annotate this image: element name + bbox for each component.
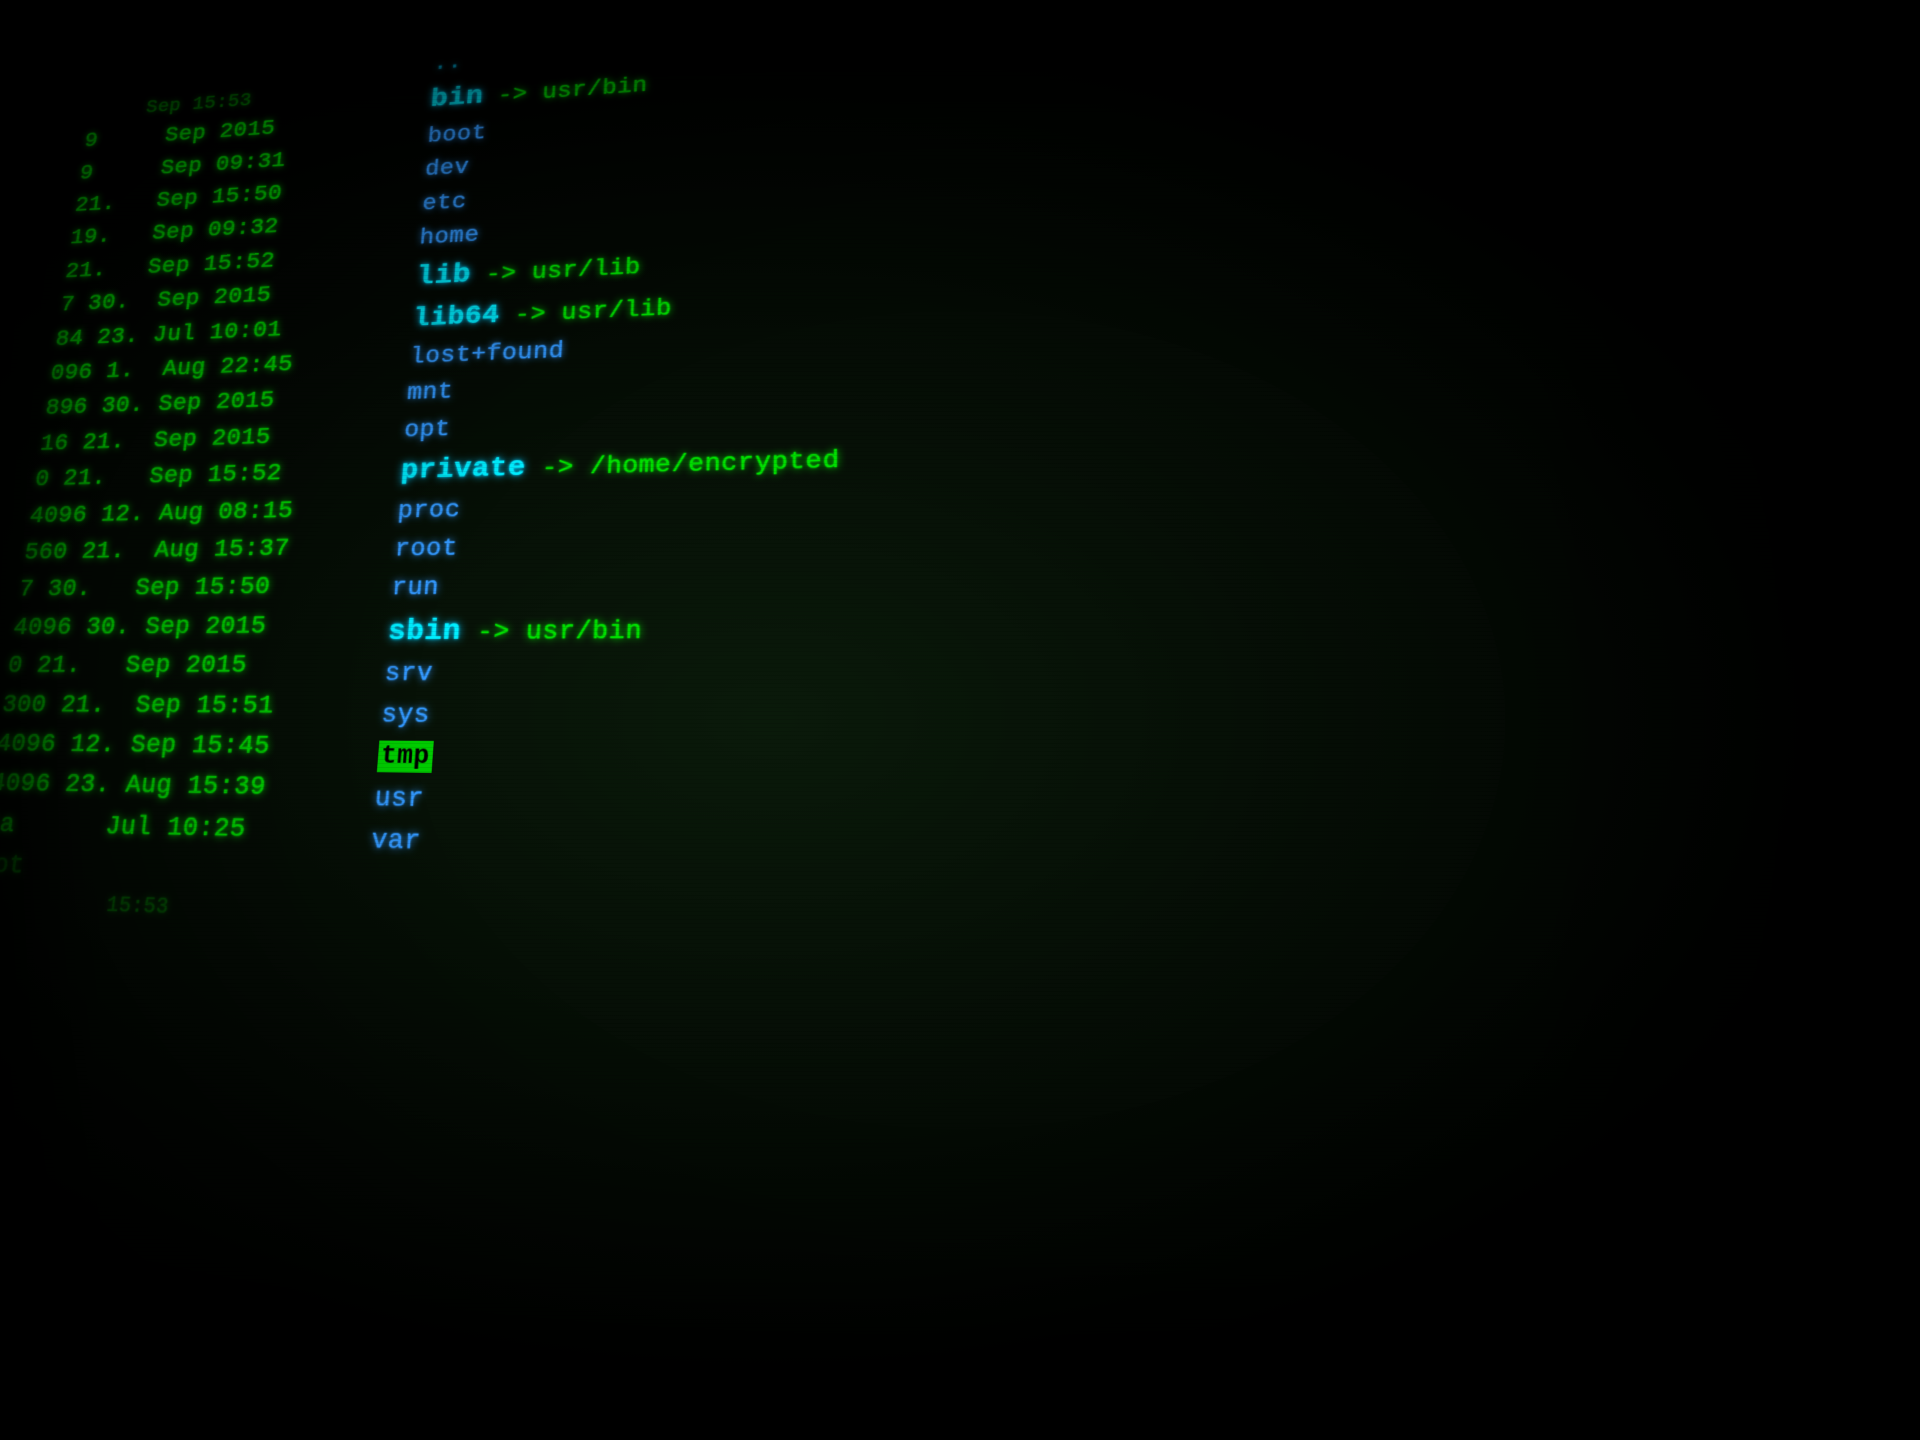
- left-line-15: 560 21. Aug 15:37: [22, 527, 424, 571]
- terminal-screen: Sep 15:53 9 Sep 2015 9 Sep 09:31 21. Sep…: [0, 0, 1920, 1440]
- dir-srv: srv: [383, 652, 1382, 698]
- right-column: .. bin -> usr/bin boot dev etc home lib …: [370, 0, 1400, 887]
- blur-right: [1520, 0, 1920, 1440]
- dir-sbin: sbin -> usr/bin: [386, 601, 1377, 655]
- left-line-16: 7 30. Sep 15:50: [16, 566, 420, 609]
- left-line-21: 4096 23. Aug 15:39: [0, 764, 405, 811]
- left-line-17: 4096 30. Sep 2015: [11, 606, 418, 647]
- left-line-20: 4096 12. Sep 15:45: [0, 725, 408, 769]
- left-line-19: 300 21. Sep 15:51: [0, 686, 412, 728]
- terminal-content: Sep 15:53 9 Sep 2015 9 Sep 09:31 21. Sep…: [0, 0, 1492, 1440]
- left-line-18: 0 21. Sep 2015: [5, 646, 414, 687]
